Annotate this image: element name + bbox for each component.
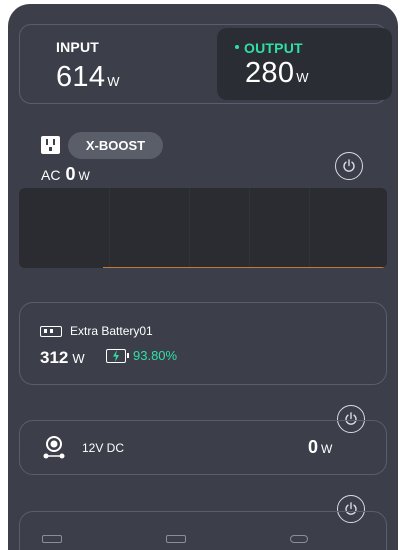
power-icon <box>343 159 355 172</box>
dc-value: 0 <box>308 437 319 457</box>
input-panel: INPUT 614 W <box>56 39 120 94</box>
usb-c-port-icon <box>290 535 308 543</box>
input-value-row: 614 W <box>56 61 120 94</box>
usb-a-port-icon <box>166 535 186 543</box>
extra-battery-watts: 312 <box>40 348 69 367</box>
extra-battery-name: Extra Battery01 <box>70 324 153 338</box>
extra-battery-watts-row: 312 W <box>40 348 85 368</box>
output-value-row: 280 W <box>245 57 309 90</box>
extra-battery-unit: W <box>72 351 85 366</box>
input-label: INPUT <box>56 39 99 55</box>
dc-unit: W <box>321 442 333 456</box>
active-dot-icon <box>235 45 239 50</box>
ac-power-button[interactable] <box>335 152 363 180</box>
ac-unit: W <box>78 169 90 183</box>
input-value: 614 <box>56 61 106 93</box>
battery-pack-icon <box>40 326 62 337</box>
charging-battery-icon <box>106 349 129 363</box>
ac-waveform-display <box>19 188 387 268</box>
input-output-card: INPUT 614 W OUTPUT 280 W <box>19 24 392 104</box>
output-label: OUTPUT <box>244 40 303 56</box>
ac-outlet-icon <box>41 136 60 154</box>
dc-watts-row: 0W <box>308 437 332 458</box>
usb-a-port-icon <box>42 535 62 543</box>
output-panel[interactable]: OUTPUT 280 W <box>217 28 392 100</box>
car-outlet-icon <box>43 436 65 459</box>
usb-output-card <box>19 511 387 550</box>
input-unit: W <box>107 74 120 89</box>
waveform-line <box>103 267 387 268</box>
extra-battery-percent: 93.80% <box>133 348 178 363</box>
ac-value: 0 <box>65 164 76 184</box>
x-boost-button[interactable]: X-BOOST <box>68 132 163 159</box>
output-label-row: OUTPUT <box>235 40 303 56</box>
dc-label: 12V DC <box>82 441 125 455</box>
output-unit: W <box>296 70 309 85</box>
extra-battery-card[interactable]: Extra Battery01 312 W 93.80% <box>19 302 387 385</box>
dc-output-card: 12V DC 0W <box>19 420 387 475</box>
app-screen: INPUT 614 W OUTPUT 280 W X-BOOST AC 0 W Extr… <box>8 4 398 550</box>
ac-reading: AC 0 W <box>41 164 90 185</box>
output-value: 280 <box>245 57 295 89</box>
ac-label: AC <box>41 167 61 183</box>
